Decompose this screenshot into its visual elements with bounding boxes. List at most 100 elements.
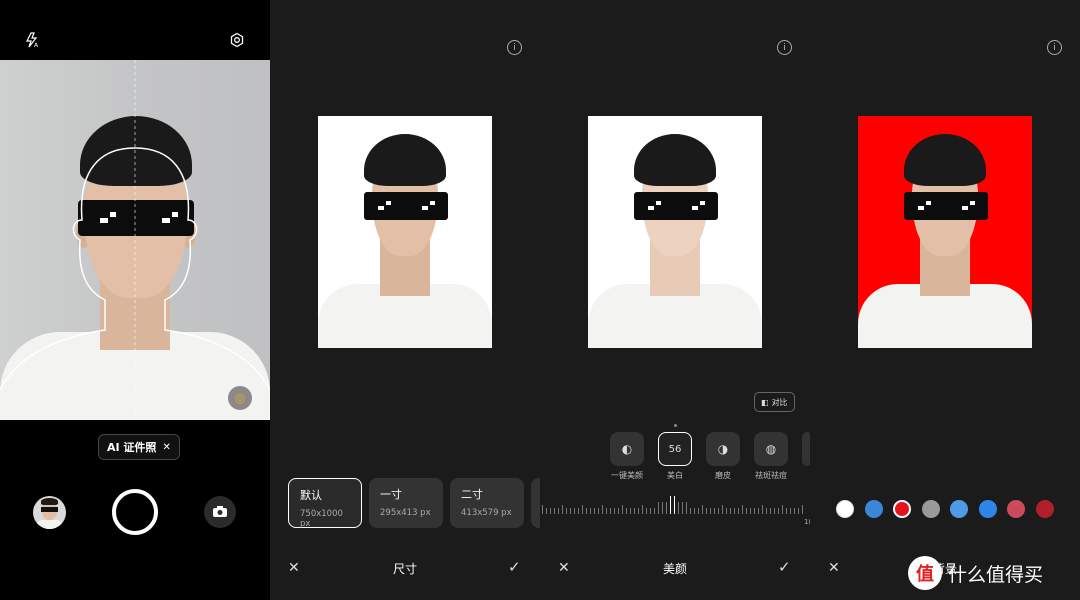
- shutter-button[interactable]: [112, 489, 158, 535]
- background-color-swatch[interactable]: [1035, 500, 1054, 518]
- filter-icon[interactable]: ◎: [228, 386, 252, 410]
- beauty-bottom-bar: ✕ 美颜 ✓: [540, 548, 810, 588]
- slider-tick: [702, 505, 703, 514]
- slider-tick: [658, 502, 659, 514]
- slider-tick: [762, 505, 763, 514]
- magic-face-icon: ◐: [621, 442, 633, 456]
- background-color-swatch[interactable]: [921, 500, 940, 518]
- slider-tick: [646, 508, 647, 514]
- beauty-label: 一键美颜: [611, 471, 643, 480]
- watermark: 值 什么值得买: [908, 556, 1043, 590]
- face-guide-outline: [0, 60, 270, 420]
- slider-tick: [606, 508, 607, 514]
- size-option-more[interactable]: [531, 478, 540, 528]
- background-color-swatch[interactable]: [1007, 500, 1025, 518]
- slider-tick: [550, 508, 551, 514]
- slider-tick: [678, 502, 679, 514]
- blemish-button[interactable]: ◍: [754, 432, 788, 466]
- slider-tick: [698, 508, 699, 514]
- id-photo-preview: [318, 116, 492, 348]
- close-icon[interactable]: ✕: [162, 442, 170, 453]
- slider-tick: [582, 505, 583, 514]
- slider-tick: [770, 508, 771, 514]
- camera-viewfinder[interactable]: ◎: [0, 60, 270, 420]
- slider-tick: [622, 505, 623, 514]
- slider-tick: [718, 508, 719, 514]
- whiten-button[interactable]: 56: [658, 432, 692, 466]
- intensity-slider[interactable]: 1(: [540, 496, 810, 526]
- slider-tick: [766, 508, 767, 514]
- gear-icon[interactable]: [227, 30, 247, 50]
- beauty-more-button[interactable]: [802, 432, 810, 466]
- slider-tick: [666, 502, 667, 514]
- slider-tick: [798, 508, 799, 514]
- beauty-label: 祛斑祛痘: [755, 471, 787, 480]
- watermark-text: 什么值得买: [948, 563, 1044, 586]
- slider-tick: [754, 508, 755, 514]
- slider-tick: [682, 502, 683, 514]
- slider-tick: [650, 508, 651, 514]
- background-color-swatch[interactable]: [893, 500, 911, 518]
- slider-tick: [546, 508, 547, 514]
- slider-tick: [542, 505, 543, 514]
- size-option-default[interactable]: 默认 750x1000 px: [288, 478, 362, 529]
- size-option-2inch[interactable]: 二寸 413x579 px: [450, 478, 524, 528]
- gallery-thumbnail[interactable]: [33, 496, 66, 529]
- slider-tick: [610, 508, 611, 514]
- background-color-swatch[interactable]: [978, 500, 997, 518]
- flash-auto-icon[interactable]: A: [22, 30, 42, 50]
- slider-tick: [574, 508, 575, 514]
- slider-tick: [710, 508, 711, 514]
- confirm-icon[interactable]: ✓: [778, 558, 791, 576]
- slider-tick: [638, 508, 639, 514]
- slider-tick: [578, 508, 579, 514]
- slider-tick: [786, 508, 787, 514]
- background-color-swatch[interactable]: [864, 500, 883, 518]
- compare-label: 对比: [771, 397, 788, 407]
- whiten-value: 56: [668, 443, 682, 455]
- confirm-icon[interactable]: ✓: [508, 558, 521, 576]
- screen: A ◎ AI 证件照 ✕ i 默认 750x1000 px 一寸 295x413…: [0, 0, 1080, 600]
- info-icon[interactable]: i: [507, 40, 522, 55]
- slider-tick: [554, 508, 555, 514]
- slider-tick: [706, 508, 707, 514]
- beauty-panel: i ◧ 对比 ◐ 一键美颜 56 美白 ◑ 磨皮 ◍ 祛斑祛痘 1(: [540, 0, 810, 600]
- switch-camera-icon[interactable]: [204, 496, 236, 528]
- slider-tick: [794, 508, 795, 514]
- slider-tick: [630, 508, 631, 514]
- slider-tick: [590, 508, 591, 514]
- info-icon[interactable]: i: [777, 40, 792, 55]
- slider-tick: [614, 508, 615, 514]
- id-photo-preview: [588, 116, 762, 348]
- background-color-swatch[interactable]: [950, 500, 968, 518]
- slider-tick: [662, 502, 663, 514]
- indicator-dot: [674, 424, 677, 427]
- watermark-logo: 值: [908, 556, 942, 590]
- size-option-name: 默认: [300, 489, 322, 502]
- slider-tick: [594, 508, 595, 514]
- slider-tick: [642, 505, 643, 514]
- compare-button[interactable]: ◧ 对比: [754, 392, 795, 412]
- smooth-skin-button[interactable]: ◑: [706, 432, 740, 466]
- ai-id-photo-chip[interactable]: AI 证件照 ✕: [98, 434, 180, 460]
- slider-tick: [790, 508, 791, 514]
- slider-tick: [774, 508, 775, 514]
- size-bottom-bar: ✕ 尺寸 ✓: [270, 548, 540, 588]
- size-option-px: 295x413 px: [380, 508, 431, 518]
- svg-text:A: A: [34, 42, 39, 48]
- slider-tick: [742, 505, 743, 514]
- slider-tick: [690, 508, 691, 514]
- size-option-1inch[interactable]: 一寸 295x413 px: [369, 478, 443, 528]
- slider-tick: [562, 505, 563, 514]
- slider-tick: [670, 496, 671, 514]
- size-option-name: 一寸: [380, 488, 402, 501]
- slider-tick: [758, 508, 759, 514]
- slider-tick: [566, 508, 567, 514]
- one-tap-beauty-button[interactable]: ◐: [610, 432, 644, 466]
- background-color-swatch[interactable]: [836, 500, 854, 518]
- slider-tick: [598, 508, 599, 514]
- smooth-icon: ◑: [717, 442, 729, 456]
- slider-tick: [778, 508, 779, 514]
- info-icon[interactable]: i: [1047, 40, 1062, 55]
- slider-tick: [734, 508, 735, 514]
